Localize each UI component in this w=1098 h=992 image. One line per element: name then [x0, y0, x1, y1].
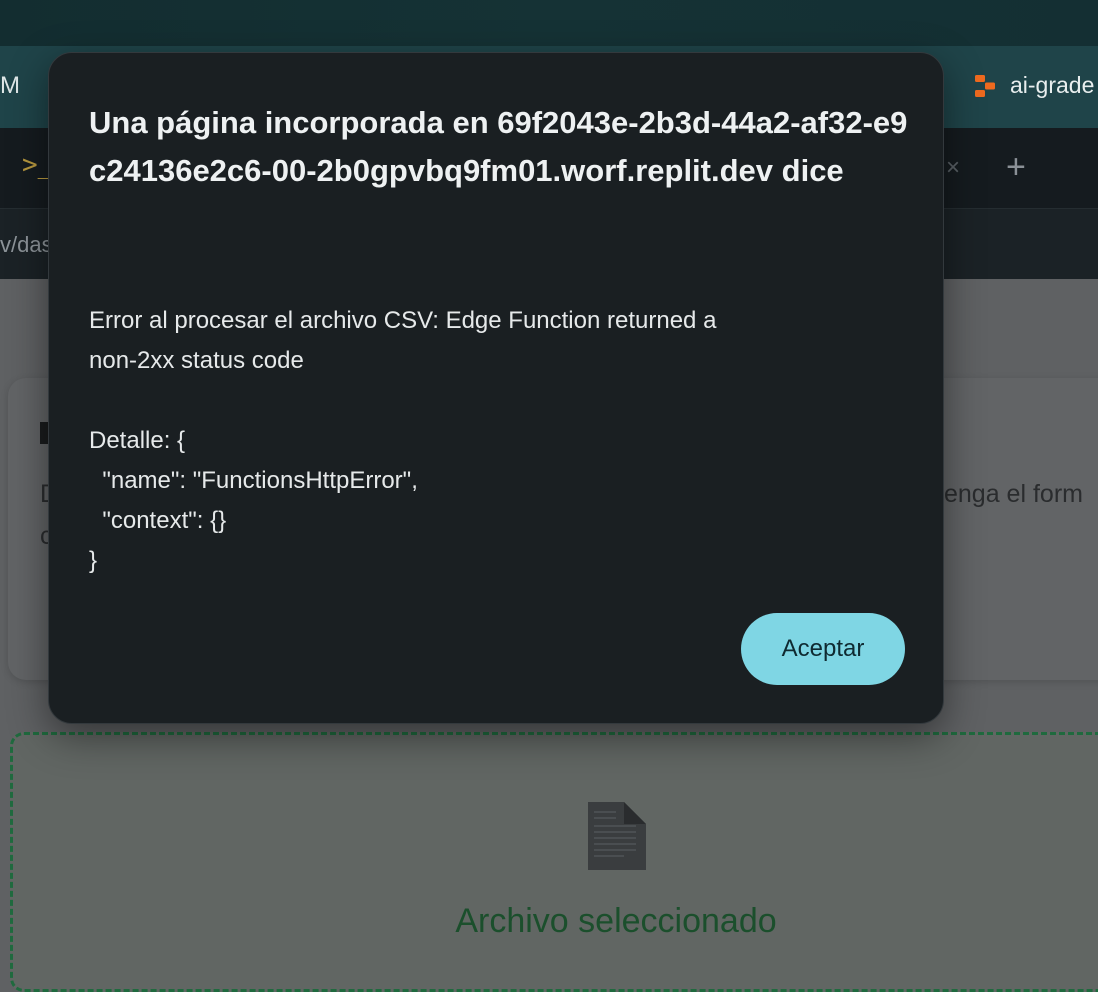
close-tab-icon[interactable]: ×: [946, 154, 960, 182]
document-icon: [584, 800, 648, 877]
file-drop-zone[interactable]: [10, 732, 1098, 992]
dialog-title: Una página incorporada en 69f2043e-2b3d-…: [89, 105, 908, 188]
selected-file-label: Archivo seleccionado: [455, 902, 777, 940]
dialog-message: Error al procesar el archivo CSV: Edge F…: [89, 307, 717, 574]
window-titlebar: [0, 0, 1098, 46]
alert-dialog: Una página incorporada en 69f2043e-2b3d-…: [48, 52, 944, 724]
replit-icon: [974, 74, 996, 98]
bookmark-label: ai-grade: [1010, 72, 1095, 98]
address-text: v/das: [0, 232, 53, 257]
card-description-end: enga el form: [944, 480, 1083, 508]
bookmark-item-left[interactable]: M: [0, 72, 20, 100]
bookmark-item-ai-grade[interactable]: ai-grade: [974, 72, 1094, 99]
new-tab-icon[interactable]: +: [1006, 148, 1026, 187]
accept-button[interactable]: Aceptar: [741, 613, 905, 685]
